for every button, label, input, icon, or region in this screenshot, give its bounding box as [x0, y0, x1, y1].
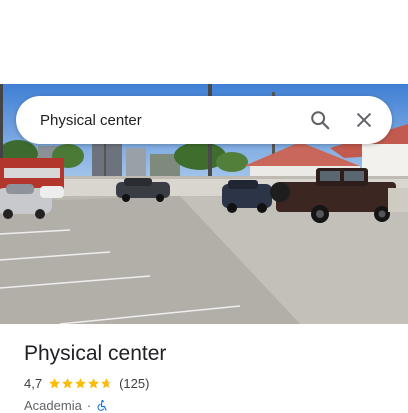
close-button[interactable] — [344, 100, 384, 140]
star-icon — [101, 378, 112, 389]
review-count[interactable]: (125) — [119, 376, 149, 391]
rating-row[interactable]: 4,7 (125) — [24, 376, 149, 391]
rating-stars — [48, 377, 113, 390]
star-icon — [88, 378, 99, 389]
search-bar[interactable]: Physical center — [16, 96, 392, 144]
star-icon — [49, 378, 60, 389]
separator: · — [86, 398, 92, 413]
star-icon — [75, 378, 86, 389]
top-blank-area — [0, 0, 408, 84]
place-category: Academia — [24, 398, 82, 413]
search-icon — [311, 111, 330, 130]
category-row: Academia · — [24, 398, 108, 413]
close-icon — [357, 113, 371, 127]
search-input[interactable]: Physical center — [40, 112, 300, 129]
search-button[interactable] — [300, 100, 340, 140]
star-icon — [62, 378, 73, 389]
wheelchair-accessible-icon — [97, 400, 107, 411]
rating-value: 4,7 — [24, 376, 43, 391]
place-info-panel: Physical center 4,7 (125) Academia · — [0, 324, 408, 413]
place-title: Physical center — [24, 342, 167, 365]
